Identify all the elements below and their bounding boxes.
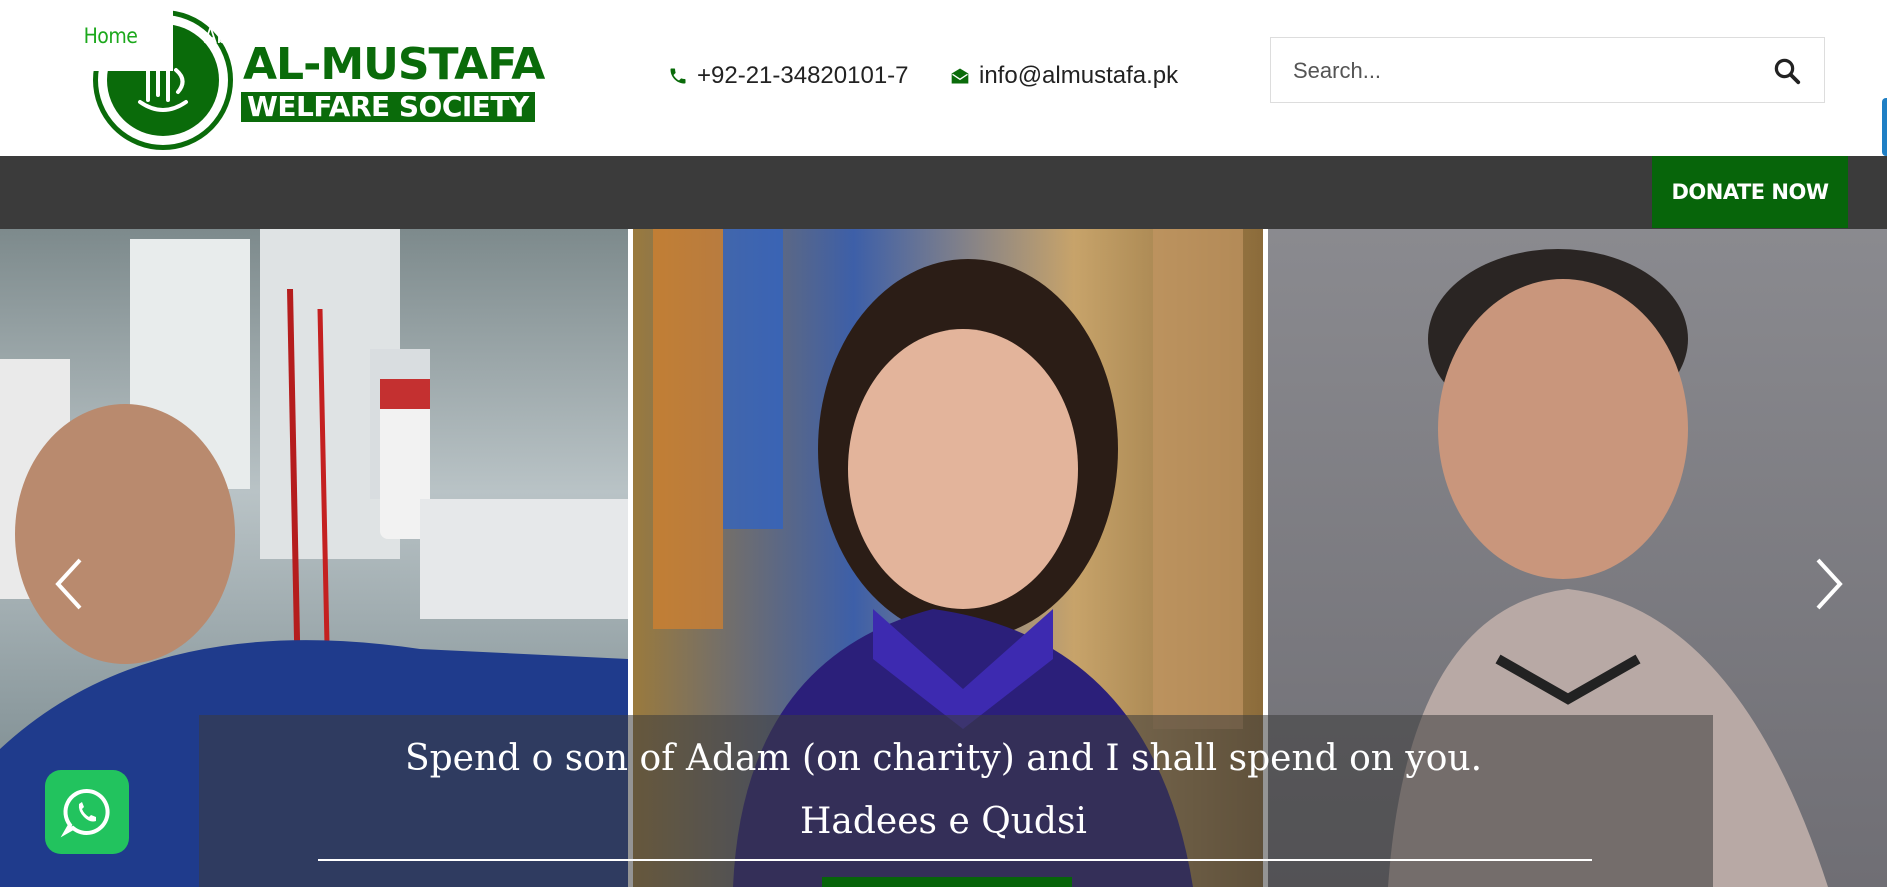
donate-now-button[interactable]: DONATE NOW (1652, 156, 1848, 228)
chevron-left-icon[interactable] (50, 554, 90, 614)
nav-get-involved[interactable]: Get Involved (776, 0, 891, 73)
caption-divider (318, 859, 1592, 861)
hero-quote-source: Hadees e Qudsi (800, 801, 1087, 842)
main-navigation (0, 156, 1887, 229)
nav-what-we-do[interactable]: What We Do (350, 0, 462, 73)
whatsapp-icon (60, 788, 110, 838)
search-box (1270, 37, 1825, 103)
whatsapp-button[interactable] (45, 770, 129, 854)
nav-about-us[interactable]: About Us (204, 0, 286, 73)
logo-subtitle: WELFARE SOCIETY (241, 92, 535, 122)
nav-appeals[interactable]: Appeals (525, 0, 597, 73)
hero-quote: Spend o son of Adam (on charity) and I s… (404, 738, 1483, 779)
chevron-right-icon[interactable] (1808, 554, 1848, 614)
nav-contact-us[interactable]: Contact Us (951, 0, 1050, 73)
search-icon[interactable] (1772, 56, 1802, 86)
nav-home[interactable]: Home (48, 2, 173, 71)
nav-zakat-calculator[interactable]: Zakat Calculator (1115, 0, 1264, 73)
search-input[interactable] (1291, 52, 1755, 90)
side-tab[interactable] (1882, 98, 1887, 156)
hero-cta-button[interactable] (822, 877, 1072, 887)
nav-news[interactable]: News (661, 0, 711, 73)
